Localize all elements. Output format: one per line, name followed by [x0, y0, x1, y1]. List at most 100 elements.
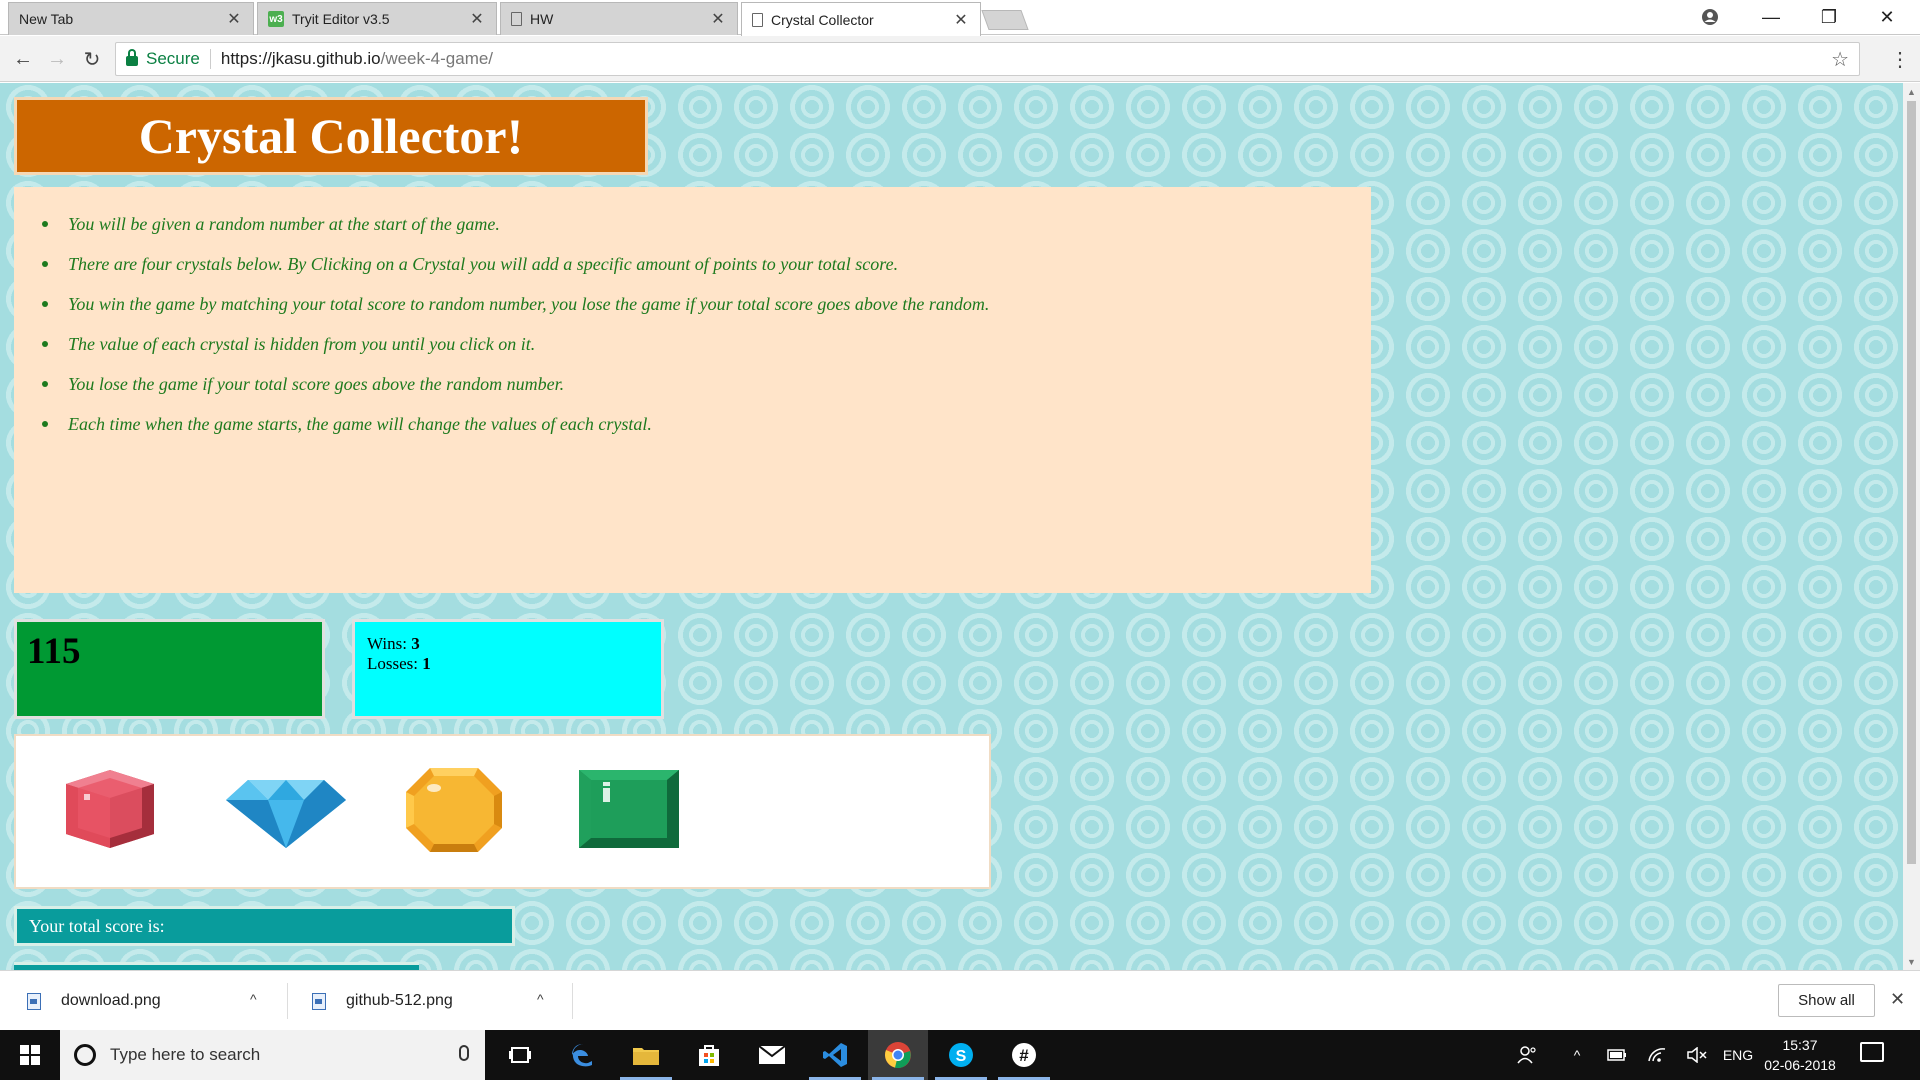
losses-label: Losses:	[367, 654, 423, 673]
chevron-up-icon[interactable]: ^	[250, 991, 257, 1007]
wins-count: 3	[411, 634, 420, 653]
green-crystal-icon	[579, 770, 679, 848]
close-icon[interactable]: ✕	[952, 10, 970, 30]
blue-diamond-icon	[226, 780, 346, 848]
tab-tryit-editor[interactable]: w3 Tryit Editor v3.5 ✕	[257, 2, 497, 35]
losses-count: 1	[422, 654, 431, 673]
search-placeholder: Type here to search	[110, 1045, 261, 1064]
tab-title: HW	[530, 11, 554, 27]
random-number: 115	[27, 631, 81, 672]
clock-time: 15:37	[1782, 1037, 1818, 1053]
wins-label: Wins:	[367, 634, 412, 653]
minimize-button[interactable]: —	[1748, 0, 1794, 34]
download-item[interactable]: download.png	[27, 971, 267, 1031]
clock[interactable]: 15:37 02-06-2018	[1758, 1035, 1842, 1075]
slack-icon[interactable]: #	[994, 1030, 1054, 1080]
window-close-button[interactable]: ✕	[1864, 0, 1910, 34]
close-icon[interactable]: ✕	[468, 9, 486, 29]
scroll-thumb[interactable]	[1907, 101, 1916, 864]
tab-new-tab[interactable]: New Tab ✕	[8, 2, 254, 35]
file-explorer-icon[interactable]	[616, 1030, 676, 1080]
download-filename: download.png	[61, 992, 161, 1009]
restore-button[interactable]: ❐	[1806, 0, 1852, 34]
svg-text:S: S	[956, 1048, 967, 1065]
total-score-value-box	[14, 962, 419, 970]
image-file-icon	[312, 992, 326, 1010]
page-scrollbar[interactable]: ▲ ▼	[1903, 83, 1920, 970]
edge-icon[interactable]	[553, 1030, 613, 1080]
vscode-icon[interactable]	[805, 1030, 865, 1080]
store-icon[interactable]	[679, 1030, 739, 1080]
address-bar[interactable]: Secure https://jkasu.github.io/week-4-ga…	[115, 42, 1860, 76]
notification-center-icon[interactable]	[1860, 1042, 1884, 1062]
total-score-label: Your total score is:	[29, 915, 165, 936]
battery-icon[interactable]	[1605, 1030, 1629, 1080]
url-host: https://jkasu.github.io	[220, 49, 381, 68]
browser-toolbar: ← → ↻ Secure https://jkasu.github.io/wee…	[0, 36, 1920, 82]
divider	[572, 983, 573, 1019]
language-indicator[interactable]: ENG	[1720, 1030, 1756, 1080]
scroll-down-icon[interactable]: ▼	[1903, 953, 1920, 970]
rules-list: You will be given a random number at the…	[42, 213, 1371, 453]
page-viewport: Crystal Collector! You will be given a r…	[0, 83, 1903, 970]
skype-icon[interactable]: S	[931, 1030, 991, 1080]
close-icon[interactable]: ✕	[1885, 987, 1910, 1012]
chevron-up-icon[interactable]: ^	[537, 991, 544, 1007]
cortana-icon	[74, 1044, 96, 1066]
scroll-up-icon[interactable]: ▲	[1903, 83, 1920, 100]
download-item[interactable]: github-512.png	[312, 971, 552, 1031]
rules-panel: You will be given a random number at the…	[14, 187, 1371, 593]
rule-item: You will be given a random number at the…	[42, 213, 1371, 253]
reload-icon[interactable]: ↻	[77, 44, 107, 74]
red-crystal-icon	[66, 770, 154, 848]
divider	[287, 983, 288, 1019]
wifi-icon[interactable]	[1645, 1030, 1669, 1080]
tab-crystal-collector[interactable]: Crystal Collector ✕	[741, 2, 981, 36]
people-icon[interactable]	[1515, 1030, 1539, 1080]
start-button[interactable]	[0, 1030, 60, 1080]
blue-diamond-button[interactable]	[224, 778, 348, 855]
url-path: /week-4-game/	[380, 49, 494, 68]
lock-icon	[126, 49, 138, 66]
browser-tab-strip: New Tab ✕ w3 Tryit Editor v3.5 ✕ HW ✕ Cr…	[0, 0, 1920, 36]
menu-dots-icon[interactable]: ⋮	[1885, 44, 1915, 74]
yellow-crystal-button[interactable]	[404, 766, 504, 859]
random-number-box: 115	[14, 619, 325, 719]
red-crystal-button[interactable]	[60, 768, 160, 855]
forward-arrow-icon[interactable]: →	[42, 44, 72, 74]
green-crystal-button[interactable]	[577, 768, 681, 855]
back-arrow-icon[interactable]: ←	[8, 44, 38, 74]
download-filename: github-512.png	[346, 992, 453, 1009]
profile-icon[interactable]	[1687, 0, 1733, 34]
chevron-up-icon[interactable]: ^	[1565, 1030, 1589, 1080]
volume-muted-icon[interactable]	[1685, 1030, 1709, 1080]
divider	[209, 49, 211, 69]
tab-title: Tryit Editor v3.5	[292, 11, 390, 27]
taskbar-search-box[interactable]: Type here to search	[60, 1030, 485, 1080]
chrome-icon[interactable]	[868, 1030, 928, 1080]
stats-box: Wins: 3 Losses: 1	[352, 619, 664, 719]
close-icon[interactable]: ✕	[709, 9, 727, 29]
page-icon	[511, 12, 522, 26]
losses-row: Losses: 1	[367, 654, 649, 674]
bookmark-star-icon[interactable]: ☆	[1831, 47, 1849, 72]
windows-logo-icon	[20, 1045, 40, 1065]
svg-text:#: #	[1019, 1046, 1029, 1065]
download-bar: download.png ^ github-512.png ^ Show all…	[0, 970, 1920, 1030]
rule-item: You win the game by matching your total …	[42, 293, 1371, 333]
clock-date: 02-06-2018	[1764, 1057, 1836, 1073]
task-view-icon[interactable]	[490, 1030, 550, 1080]
rule-item: There are four crystals below. By Clicki…	[42, 253, 1371, 293]
mail-icon[interactable]	[742, 1030, 802, 1080]
rule-item: The value of each crystal is hidden from…	[42, 333, 1371, 373]
page-icon	[752, 12, 763, 27]
show-all-button[interactable]: Show all	[1778, 984, 1875, 1017]
close-icon[interactable]: ✕	[225, 9, 243, 29]
crystals-panel	[14, 734, 991, 889]
w3schools-icon: w3	[268, 11, 284, 27]
tab-hw[interactable]: HW ✕	[500, 2, 738, 35]
microphone-icon[interactable]	[459, 1045, 469, 1061]
windows-taskbar: Type here to search S # ^ ENG 15:37 02-0…	[0, 1030, 1920, 1080]
secure-label: Secure	[146, 49, 200, 68]
new-tab-button[interactable]	[981, 10, 1029, 30]
